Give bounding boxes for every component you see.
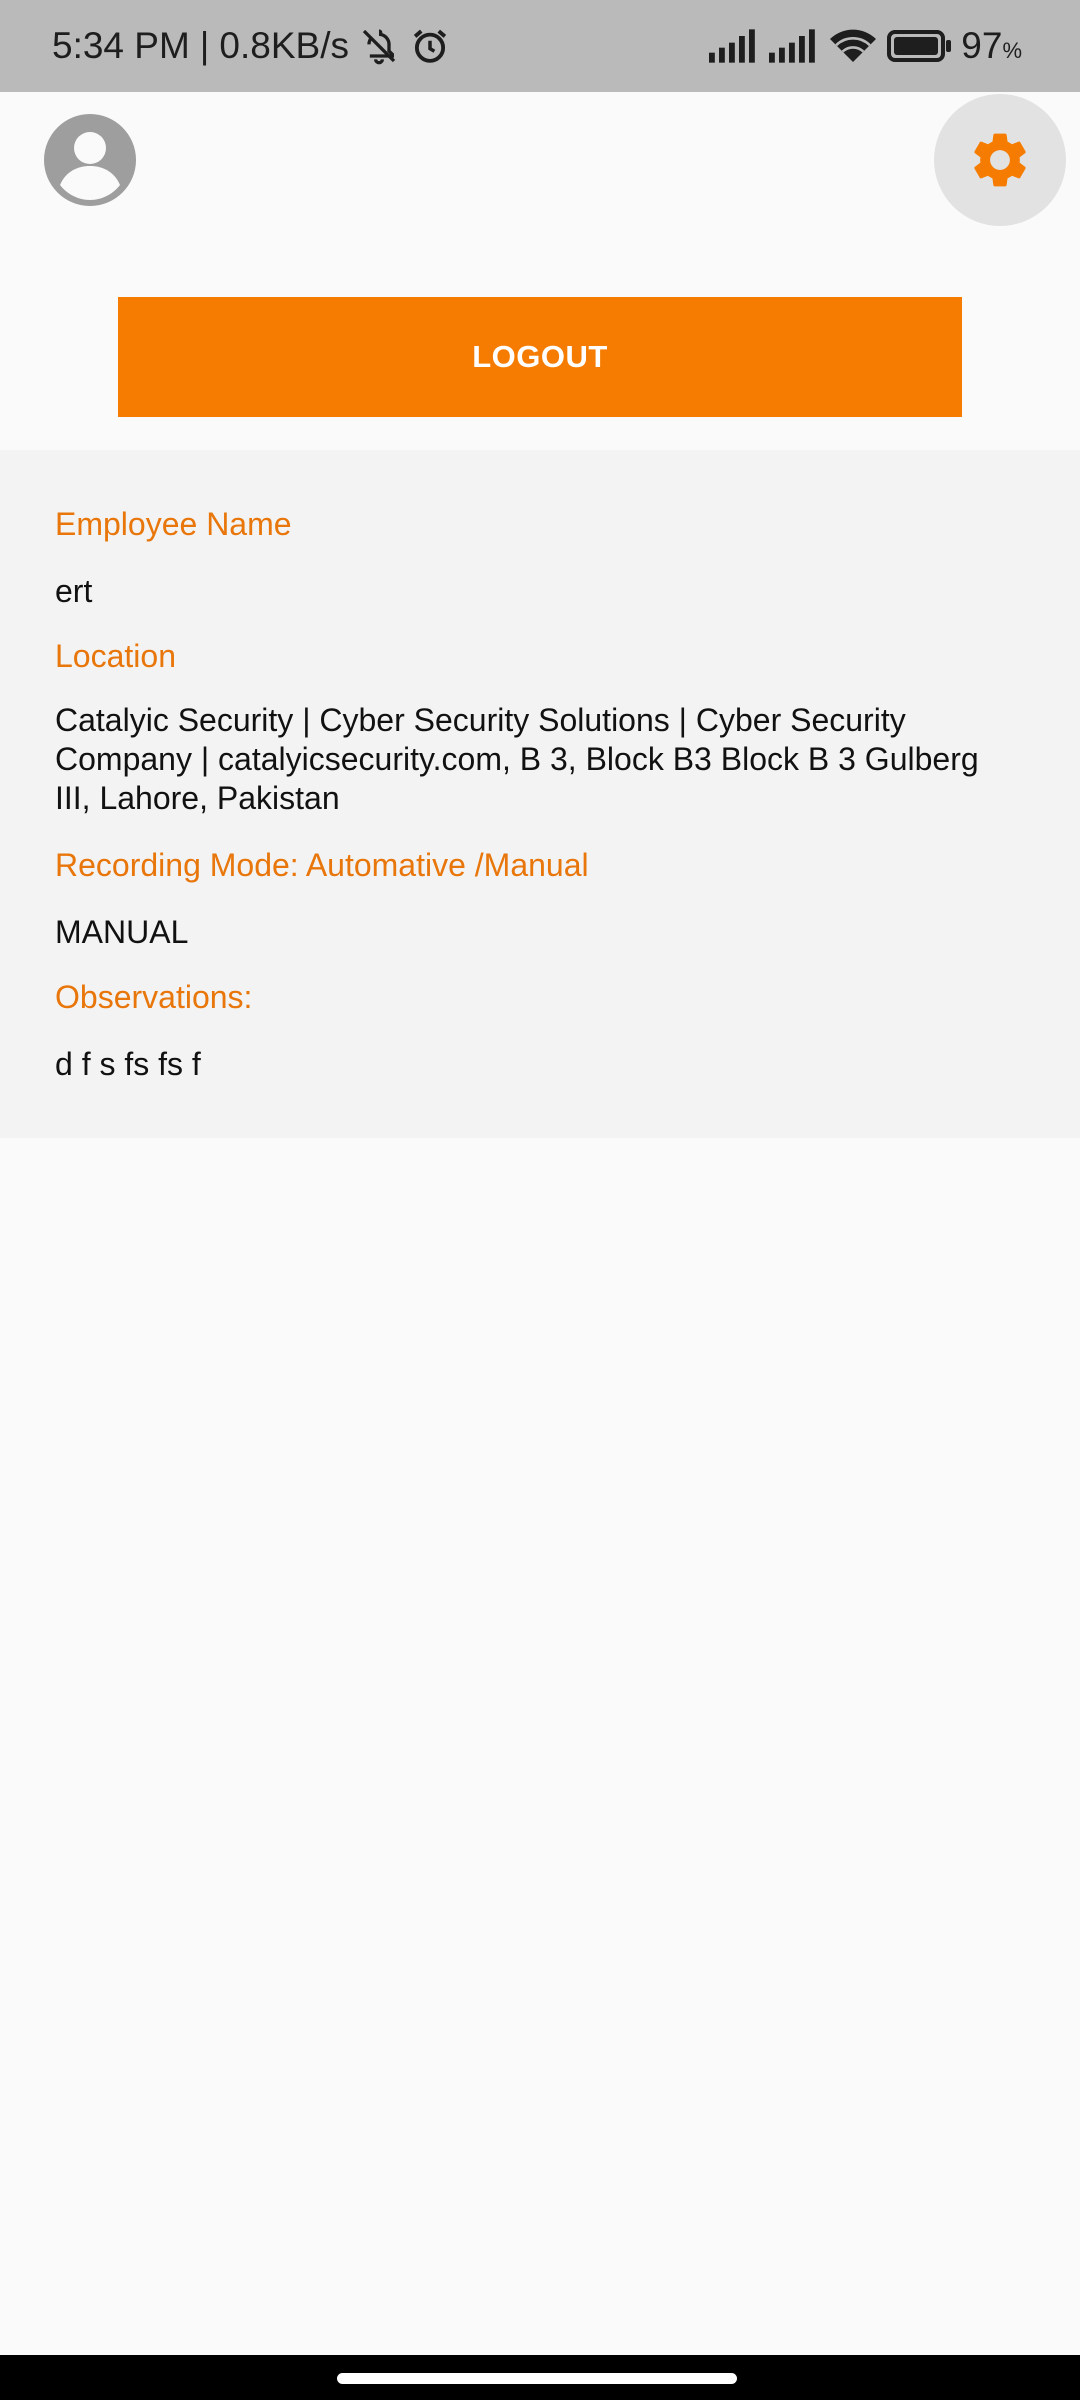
recording-mode-value: MANUAL: [55, 914, 189, 950]
mute-icon: [357, 26, 401, 66]
status-bar-right: 97 %: [699, 0, 1022, 92]
battery-level: 97: [961, 25, 1003, 66]
account-circle-icon: [44, 114, 136, 206]
logout-button[interactable]: LOGOUT: [118, 297, 962, 417]
navigation-bar: [0, 2355, 1080, 2400]
battery-icon: [887, 30, 953, 62]
wifi-icon: [829, 28, 877, 64]
location-label: Location: [55, 638, 176, 674]
alarm-icon: [409, 25, 451, 67]
gear-icon: [974, 133, 1026, 187]
observations-label: Observations:: [55, 979, 253, 1015]
details-card: Employee Name ert Location Catalyic Secu…: [0, 450, 1080, 1138]
signal-icon: [709, 29, 759, 63]
battery-unit: %: [1002, 38, 1022, 63]
observations-value: d f s fs fs f: [55, 1046, 201, 1082]
employee-name-label: Employee Name: [55, 506, 292, 542]
status-bar-left: 5:34 PM | 0.8KB/s: [52, 0, 451, 92]
employee-name-value: ert: [55, 573, 93, 609]
status-separator: |: [199, 25, 210, 66]
app-header: LOGOUT: [0, 92, 1080, 450]
status-bar: 5:34 PM | 0.8KB/s 97 %: [0, 0, 1080, 92]
location-value: Catalyic Security | Cyber Security Solut…: [55, 702, 979, 816]
avatar[interactable]: [44, 114, 136, 206]
signal-icon: [769, 29, 819, 63]
status-time: 5:34 PM: [52, 25, 190, 66]
settings-button[interactable]: [934, 94, 1066, 226]
home-indicator[interactable]: [337, 2373, 737, 2384]
recording-mode-label: Recording Mode: Automative /Manual: [55, 847, 589, 883]
network-speed: 0.8KB/s: [219, 25, 349, 66]
